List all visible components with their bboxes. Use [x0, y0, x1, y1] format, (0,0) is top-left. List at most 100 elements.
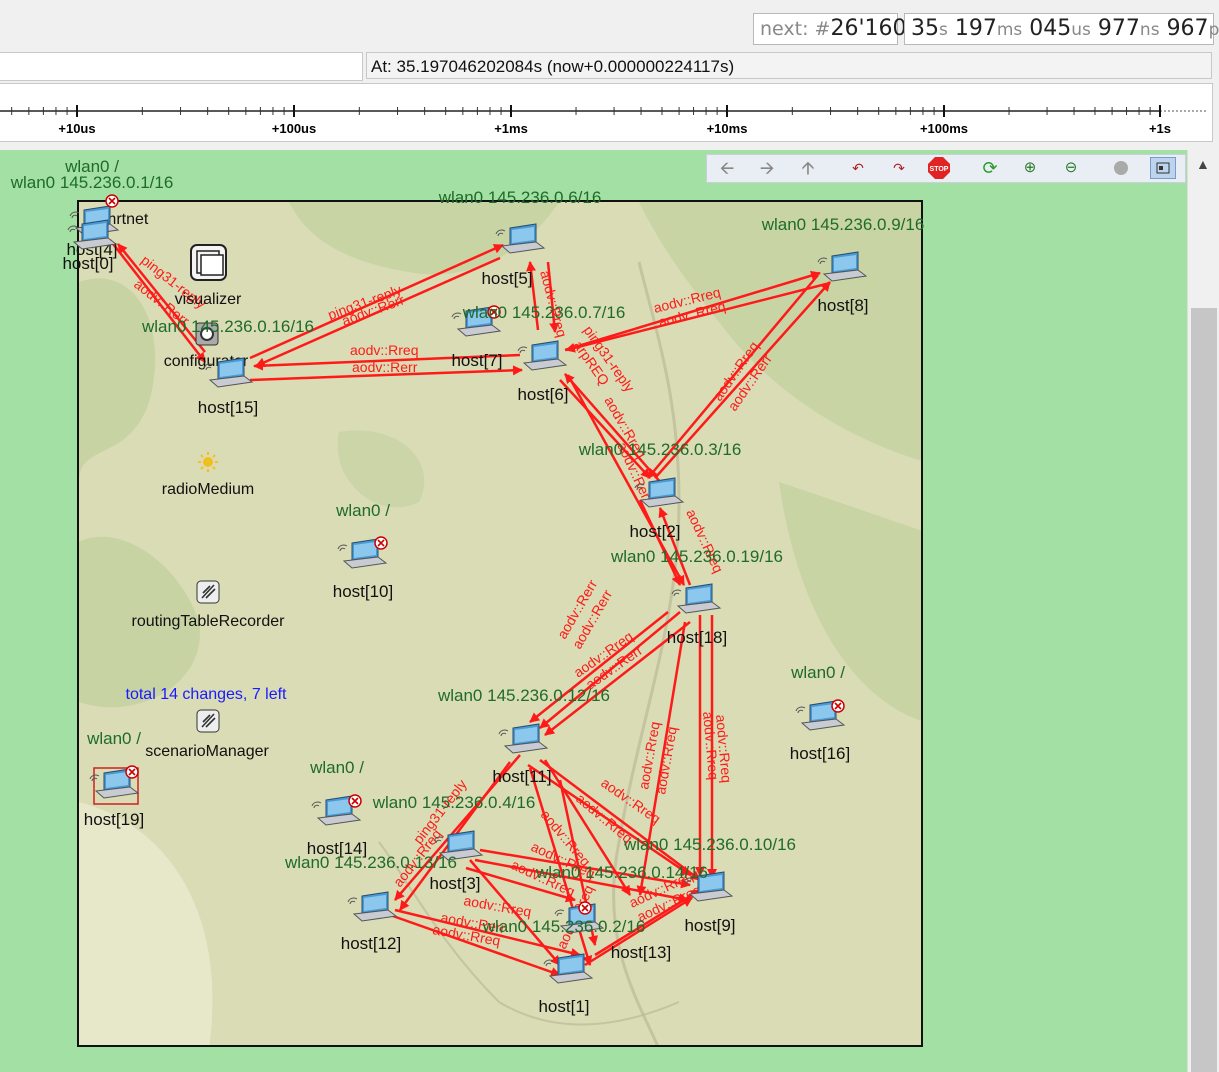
- address-label: wlan0 145.236.0.6/16: [438, 188, 602, 207]
- disabled-icon: [374, 536, 388, 550]
- host-node[interactable]: host[11] wlan0 145.236.0.12/16: [437, 686, 610, 786]
- next-event-number: 26'160: [830, 16, 907, 41]
- msg-label: aodv::Rerr: [352, 359, 418, 375]
- unit-us: us: [1071, 20, 1091, 40]
- next-event-display: next: #26'160: [753, 13, 907, 45]
- host-node[interactable]: host[19] wlan0 /: [84, 729, 145, 829]
- next-label: next: #: [760, 18, 831, 40]
- host-label: host[3]: [429, 874, 480, 893]
- address-label: wlan0 145.236.0.16/16: [141, 317, 314, 336]
- address-label: wlan0 145.236.0.19/16: [610, 547, 783, 566]
- address-label: wlan0 /: [790, 663, 845, 682]
- laptop-icon: [817, 251, 867, 282]
- disabled-icon: [125, 765, 139, 779]
- host-label: host[5]: [481, 269, 532, 288]
- host-node[interactable]: host[16] wlan0 /: [790, 663, 851, 763]
- address-label: wlan0 145.236.0.13/16: [284, 853, 457, 872]
- address-label: wlan0 /: [335, 501, 390, 520]
- time-ns: 977: [1097, 16, 1140, 41]
- message-arrow: [564, 373, 663, 485]
- host-label: host[0]: [62, 254, 113, 273]
- host-node[interactable]: host[6]: [517, 340, 569, 404]
- address-label: wlan0 145.236.0.14/16: [535, 863, 708, 882]
- tick-label: +1s: [1149, 121, 1171, 136]
- unit-ms: ms: [996, 20, 1023, 40]
- tick-label: +10us: [58, 121, 95, 136]
- host-label: host[15]: [198, 398, 259, 417]
- laptop-icon: [495, 223, 545, 254]
- host-node[interactable]: host[12] wlan0 145.236.0.13/16: [284, 853, 457, 953]
- address-label: wlan0 145.236.0.2/16: [482, 917, 646, 936]
- msg-label: aodv::Rreq: [350, 342, 418, 358]
- visualizer-module[interactable]: visualizer: [175, 244, 242, 308]
- scroll-thumb[interactable]: [1191, 308, 1217, 1072]
- address-label: wlan0 /: [309, 758, 364, 777]
- vertical-scrollbar[interactable]: ▲: [1187, 150, 1219, 1072]
- disabled-icon: [105, 194, 119, 208]
- routing-table-recorder-module[interactable]: routingTableRecorder: [132, 580, 286, 630]
- time-ms: 197: [954, 16, 997, 41]
- radio-medium-label: radioMedium: [162, 481, 254, 498]
- tick-label: +100us: [272, 121, 316, 136]
- laptop-icon: [517, 340, 567, 371]
- host-node[interactable]: host[2] wlan0 145.236.0.3/16: [578, 440, 742, 541]
- host-label: host[2]: [629, 522, 680, 541]
- tick-label: +1ms: [494, 121, 528, 136]
- address-label: wlan0 /: [86, 729, 141, 748]
- scroll-up-icon[interactable]: ▲: [1196, 156, 1210, 172]
- radio-medium-module[interactable]: radioMedium: [162, 452, 254, 498]
- host-node[interactable]: host[14]wlan0 /: [307, 758, 368, 858]
- timeline-ruler: +10us +100us +1ms +10ms +100ms +1s: [0, 105, 1208, 136]
- network-overlay: ping31-reply aodv::Rerr ping31-reply aod…: [10, 157, 925, 1016]
- at-time-label: At: 35.197046202084s (now+0.000000224117…: [366, 52, 1212, 79]
- host-node[interactable]: host[1] wlan0 145.236.0.2/16: [482, 917, 646, 1016]
- host-label: host[6]: [517, 385, 568, 404]
- routing-table-recorder-label: routingTableRecorder: [132, 613, 286, 630]
- scenario-manager-label: scenarioManager: [145, 743, 269, 760]
- host-label: host[8]: [817, 296, 868, 315]
- laptop-icon: [543, 953, 593, 984]
- address-label: wlan0 145.236.0.7/16: [462, 303, 626, 322]
- host-label: host[19]: [84, 810, 145, 829]
- host-node[interactable]: host[18] wlan0 145.236.0.19/16: [610, 547, 783, 647]
- address-label: wlan0 145.236.0.1/16: [10, 173, 174, 192]
- address-label: wlan0 145.236.0.3/16: [578, 440, 742, 459]
- status-bar: next: #26'160 35s 197ms 045us 977ns 967p…: [0, 0, 1219, 50]
- time-ps: 967: [1166, 16, 1209, 41]
- address-label: wlan0 145.236.0.12/16: [437, 686, 610, 705]
- time-s: 35: [911, 16, 939, 41]
- host-node[interactable]: host[8] wlan0 145.236.0.9/16: [761, 215, 925, 315]
- laptop-icon: [347, 891, 397, 922]
- host-node[interactable]: host[5] wlan0 145.236.0.6/16: [438, 188, 602, 288]
- laptop-icon: [671, 583, 721, 614]
- tick-label: +100ms: [920, 121, 968, 136]
- host-label: host[16]: [790, 744, 851, 763]
- disabled-icon: [831, 699, 845, 713]
- unit-s: s: [939, 20, 948, 40]
- unit-ns: ns: [1139, 20, 1160, 40]
- address-label: wlan0 145.236.0.10/16: [623, 835, 796, 854]
- tick-label: +10ms: [707, 121, 748, 136]
- host-label: host[13]: [611, 943, 672, 962]
- address-label: wlan0 145.236.0.4/16: [372, 793, 536, 812]
- laptop-icon: [498, 723, 548, 754]
- host-label: host[12]: [341, 934, 402, 953]
- simulation-time-display: 35s 197ms 045us 977ns 967ps: [904, 13, 1219, 45]
- disabled-icon: [578, 901, 592, 915]
- host-node[interactable]: host[10] wlan0 /: [333, 501, 394, 601]
- time-us: 045: [1029, 16, 1072, 41]
- host-label: host[7]: [451, 351, 502, 370]
- host-label: host[9]: [684, 916, 735, 935]
- event-info-field: [0, 52, 363, 81]
- host-label: host[10]: [333, 582, 394, 601]
- visualizer-label: visualizer: [175, 291, 242, 308]
- address-label: wlan0 145.236.0.9/16: [761, 215, 925, 234]
- scenario-manager-module[interactable]: scenarioManager: [145, 709, 269, 760]
- disabled-icon: [348, 794, 362, 808]
- host-label: host[1]: [538, 997, 589, 1016]
- unit-ps: ps: [1208, 20, 1219, 40]
- timeline[interactable]: +10us +100us +1ms +10ms +100ms +1s: [0, 83, 1213, 142]
- changes-label: total 14 changes, 7 left: [126, 686, 288, 703]
- host-label: host[11]: [492, 767, 551, 786]
- host-label: host[18]: [667, 628, 728, 647]
